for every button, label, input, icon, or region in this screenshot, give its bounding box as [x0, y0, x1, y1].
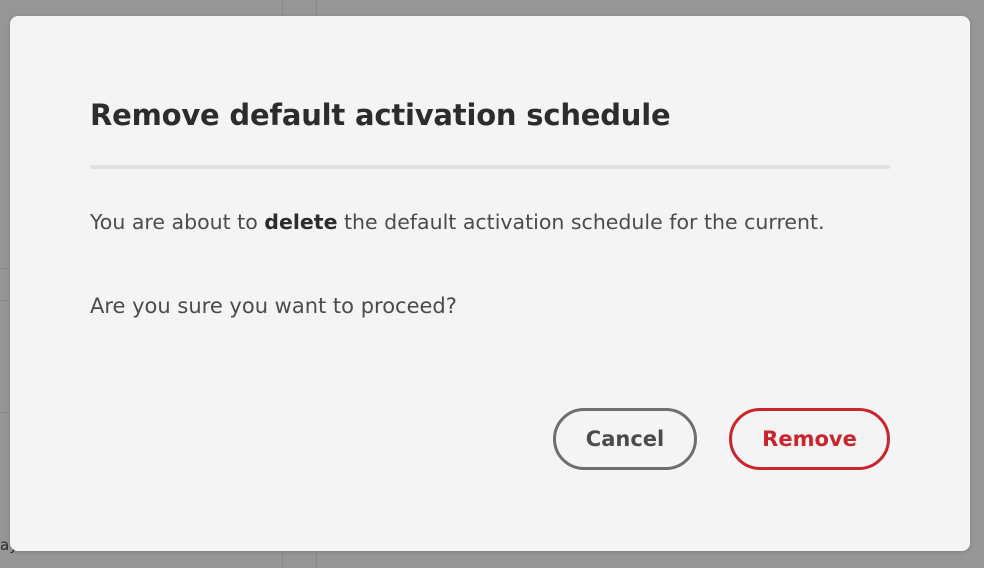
background-divider [0, 268, 10, 269]
title-divider [90, 165, 890, 169]
background-divider [0, 412, 10, 413]
message-emphasis: delete [264, 210, 338, 234]
remove-schedule-dialog: Remove default activation schedule You a… [10, 16, 970, 551]
background-divider [0, 300, 10, 301]
dialog-message: You are about to delete the default acti… [90, 210, 825, 234]
message-suffix: the default activation schedule for the … [337, 210, 825, 234]
dialog-question: Are you sure you want to proceed? [90, 294, 457, 318]
dialog-title: Remove default activation schedule [90, 98, 671, 132]
remove-button[interactable]: Remove [729, 408, 890, 470]
message-prefix: You are about to [90, 210, 265, 234]
cancel-button[interactable]: Cancel [553, 408, 697, 470]
